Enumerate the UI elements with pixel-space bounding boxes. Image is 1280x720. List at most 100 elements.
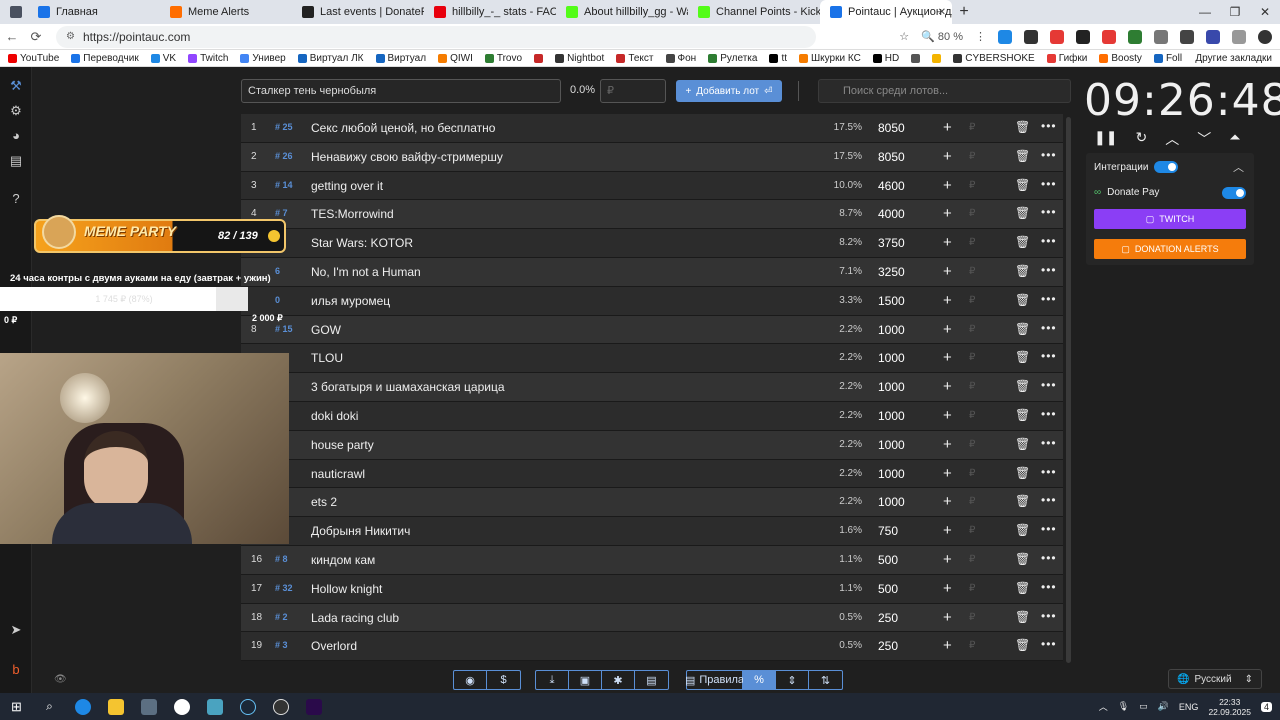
more-options-icon[interactable]: ••• <box>1041 349 1057 363</box>
lot-name[interactable]: doki doki <box>311 409 358 423</box>
more-options-icon[interactable]: ••• <box>1041 321 1057 335</box>
bug-icon[interactable]: ✱ <box>602 671 635 689</box>
wheel-icon[interactable]: ◕ <box>9 129 23 143</box>
taskbar-app-audition[interactable] <box>297 693 330 720</box>
maximize-icon[interactable]: ❐ <box>1220 5 1250 19</box>
more-options-icon[interactable]: ••• <box>1041 234 1057 248</box>
add-amount-icon[interactable]: + <box>943 321 952 338</box>
bookmark-item[interactable]: Trovo <box>484 53 522 64</box>
lot-search-input[interactable]: Поиск среди лотов... <box>818 79 1071 103</box>
add-amount-icon[interactable]: + <box>943 465 952 482</box>
lot-rub-input[interactable]: ₽ <box>969 612 975 623</box>
extension-icon[interactable] <box>1206 29 1220 44</box>
chevron-up-icon[interactable]: ︿ <box>1165 129 1179 149</box>
delete-icon[interactable]: 🗑 <box>1015 206 1030 220</box>
bookmark-item[interactable]: Foll <box>1153 53 1182 64</box>
delete-icon[interactable]: 🗑 <box>1015 120 1030 134</box>
more-options-icon[interactable]: ••• <box>1041 378 1057 392</box>
add-amount-icon[interactable]: + <box>943 637 952 654</box>
lot-name[interactable]: nauticrawl <box>311 467 365 481</box>
lot-rub-input[interactable]: ₽ <box>969 208 975 219</box>
delete-icon[interactable]: 🗑 <box>1015 494 1030 508</box>
add-amount-icon[interactable]: + <box>943 148 952 165</box>
extension-icon[interactable] <box>1180 29 1194 44</box>
more-options-icon[interactable]: ••• <box>1041 465 1057 479</box>
tray-chevron-icon[interactable]: ︿ <box>1099 700 1108 713</box>
donatepay-toggle[interactable] <box>1222 187 1246 199</box>
site-info-icon[interactable]: ⚙ <box>66 31 75 42</box>
add-amount-icon[interactable]: + <box>943 609 952 626</box>
add-amount-icon[interactable]: + <box>943 407 952 424</box>
browser-tab[interactable]: Meme Alerts <box>160 0 292 24</box>
network-icon[interactable]: ▭ <box>1139 701 1148 712</box>
extension-icon[interactable] <box>1102 29 1116 44</box>
percent-toggle-button[interactable]: % <box>743 671 776 689</box>
delete-icon[interactable]: 🗑 <box>1015 638 1030 652</box>
taskbar-clock[interactable]: 22:33 22.09.2025 <box>1208 697 1251 717</box>
lot-rub-input[interactable]: ₽ <box>969 180 975 191</box>
taskbar-app-obs[interactable] <box>264 693 297 720</box>
more-options-icon[interactable]: ••• <box>1041 119 1057 133</box>
lot-rub-input[interactable]: ₽ <box>969 381 975 392</box>
delete-icon[interactable]: 🗑 <box>1015 178 1030 192</box>
delete-icon[interactable]: 🗑 <box>1015 523 1030 537</box>
browser-tab[interactable]: Last events | DonatePay <box>292 0 424 24</box>
lot-name[interactable]: киндом кам <box>311 553 375 567</box>
lot-amount[interactable]: 3250 <box>878 265 905 279</box>
new-tab-icon[interactable]: + <box>952 3 976 21</box>
input-language[interactable]: ENG <box>1179 702 1199 712</box>
double-chevron-up-icon[interactable]: ⏶ <box>1229 129 1240 149</box>
more-options-icon[interactable]: ••• <box>1041 493 1057 507</box>
lot-amount[interactable]: 1000 <box>878 409 905 423</box>
delete-icon[interactable]: 🗑 <box>1015 408 1030 422</box>
donation-alerts-button[interactable]: ▢ DONATION ALERTS <box>1094 239 1246 259</box>
lot-amount-input[interactable]: ₽ <box>600 79 666 103</box>
delete-icon[interactable]: 🗑 <box>1015 581 1030 595</box>
add-amount-icon[interactable]: + <box>943 349 952 366</box>
more-options-icon[interactable]: ••• <box>1041 148 1057 162</box>
lot-name[interactable]: Overlord <box>311 639 357 653</box>
bookmark-star-icon[interactable]: ☆ <box>899 30 909 43</box>
lot-amount[interactable]: 1000 <box>878 351 905 365</box>
microphone-icon[interactable]: 🎙 <box>1118 701 1129 712</box>
lot-amount[interactable]: 4000 <box>878 207 905 221</box>
lot-name[interactable]: 3 богатыря и шамаханская царица <box>311 380 505 394</box>
extension-icon[interactable] <box>1128 29 1142 44</box>
delete-icon[interactable]: 🗑 <box>1015 264 1030 278</box>
add-amount-icon[interactable]: + <box>943 119 952 136</box>
history-list-icon[interactable]: ▤ <box>9 154 23 168</box>
extension-icon[interactable] <box>1154 29 1168 44</box>
more-options-icon[interactable]: ••• <box>1041 263 1057 277</box>
bookmark-item[interactable]: tt <box>769 53 787 64</box>
add-amount-icon[interactable]: + <box>943 234 952 251</box>
more-options-icon[interactable]: ••• <box>1041 292 1057 306</box>
lot-list-scrollbar[interactable] <box>1066 117 1071 663</box>
extension-icon[interactable] <box>1076 29 1090 44</box>
back-icon[interactable]: ← <box>0 29 24 44</box>
add-amount-icon[interactable]: + <box>943 551 952 568</box>
reload-icon[interactable]: ⟳ <box>24 29 48 45</box>
lot-name[interactable]: GOW <box>311 323 341 337</box>
lot-rub-input[interactable]: ₽ <box>969 122 975 133</box>
bookmark-item[interactable]: Универ <box>240 53 286 64</box>
lot-amount[interactable]: 500 <box>878 582 898 596</box>
more-options-icon[interactable]: ••• <box>1041 637 1057 651</box>
more-options-icon[interactable]: ••• <box>1041 609 1057 623</box>
lot-rub-input[interactable]: ₽ <box>969 410 975 421</box>
browser-tab[interactable]: About hillbilly_gg - Watch <box>556 0 688 24</box>
profile-avatar[interactable] <box>1258 29 1272 44</box>
taskbar-app-edge[interactable] <box>66 693 99 720</box>
delete-icon[interactable]: 🗑 <box>1015 610 1030 624</box>
lot-name[interactable]: Секс любой ценой, но бесплатно <box>311 121 495 135</box>
extension-icon[interactable] <box>1024 29 1038 44</box>
more-options-icon[interactable]: ••• <box>1041 551 1057 565</box>
lot-name[interactable]: Hollow knight <box>311 582 382 596</box>
lot-name[interactable]: No, I'm not a Human <box>311 265 421 279</box>
lot-name[interactable]: Lada racing club <box>311 611 399 625</box>
clear-list-icon[interactable]: ▤ <box>635 671 668 689</box>
bookmark-item[interactable]: YouTube <box>8 53 59 64</box>
other-bookmarks[interactable]: Другие закладки <box>1195 53 1272 64</box>
lot-name[interactable]: Ненавижу свою вайфу-стримершу <box>311 150 503 164</box>
tab-close-icon[interactable]: ✕ <box>938 7 946 18</box>
browser-tab[interactable]: Pointauc | Аукцион для✕ <box>820 0 952 24</box>
